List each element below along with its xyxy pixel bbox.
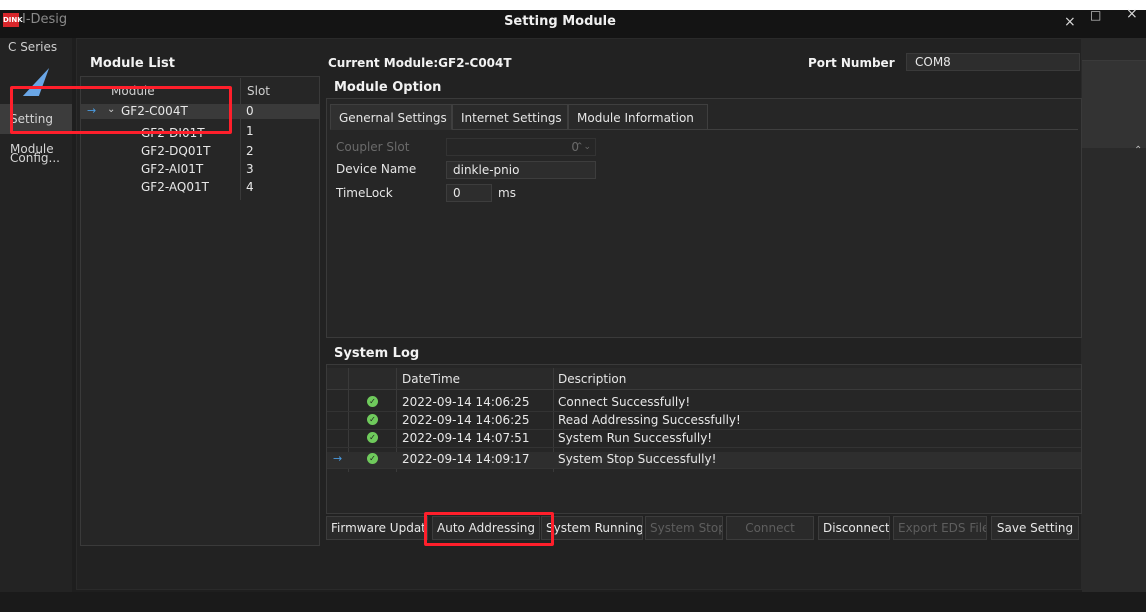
sidebar-item-config[interactable]: Config... [0,146,72,170]
tab-module-information[interactable]: Module Information [568,104,708,130]
app-title: I-Desig [22,12,68,27]
port-number-label: Port Number [808,56,895,70]
port-number-field[interactable]: COM8 [906,53,1080,71]
connect-button[interactable]: Connect [726,516,814,540]
module-option-heading: Module Option [334,80,442,95]
window-close-icon[interactable]: × [1126,6,1138,22]
collapse-chevron-icon[interactable]: ⌃ [1134,145,1142,156]
log-datetime: 2022-09-14 14:09:17 [402,452,530,466]
module-slot: 1 [246,124,254,138]
module-slot: 0 [246,104,254,118]
success-check-icon: ✓ [367,414,378,425]
log-header-row: DateTime Description [327,368,1081,390]
device-name-input[interactable]: dinkle-pnio [446,161,596,179]
slot-column-header: Slot [247,84,270,98]
log-row[interactable]: ✓ 2022-09-14 14:06:25 Read Addressing Su… [327,413,1081,430]
current-module-label: Current Module:GF2-C004T [328,56,512,70]
highlight-box-auto-addressing [424,512,554,546]
module-list-heading: Module List [90,56,175,71]
coupler-slot-stepper: 0 ⌃⌄ [446,138,596,156]
save-setting-button[interactable]: Save Setting [991,516,1079,540]
description-column-header: Description [558,372,627,386]
log-description: Connect Successfully! [558,395,691,409]
tab-general-settings[interactable]: Genernal Settings [330,104,452,130]
caption-strip [0,0,1146,10]
success-check-icon: ✓ [367,396,378,407]
log-description: System Run Successfully! [558,431,713,445]
timelock-input[interactable]: 0 [446,184,492,202]
module-slot: 2 [246,144,254,158]
app-right-panel [1082,60,1146,148]
log-description: System Stop Successfully! [558,452,717,466]
coupler-slot-label: Coupler Slot [336,140,410,154]
firmware-update-button[interactable]: Firmware Update [326,516,428,540]
bottom-strip [0,592,1146,612]
tab-internet-settings[interactable]: Internet Settings [452,104,568,130]
system-running-button[interactable]: System Running [541,516,643,540]
log-datetime: 2022-09-14 14:06:25 [402,413,530,427]
module-slot: 3 [246,162,254,176]
module-slot: 4 [246,180,254,194]
log-row[interactable]: ✓ 2022-09-14 14:06:25 Connect Successful… [327,395,1081,412]
timelock-unit: ms [498,186,516,200]
module-name: GF2-AQ01T [141,180,209,194]
success-check-icon: ✓ [367,432,378,443]
module-row[interactable]: GF2-DQ01T 2 [81,144,319,159]
log-datetime: 2022-09-14 14:07:51 [402,431,530,445]
dialog-title: Setting Module [504,14,616,29]
timelock-label: TimeLock [336,186,393,200]
log-row[interactable]: → ✓ 2022-09-14 14:09:17 System Stop Succ… [327,452,1081,469]
module-row[interactable]: GF2-AQ01T 4 [81,180,319,195]
disconnect-button[interactable]: Disconnect [818,516,890,540]
export-eds-button[interactable]: Export EDS File [893,516,987,540]
success-check-icon: ✓ [367,453,378,464]
system-stop-button[interactable]: System Stop [645,516,723,540]
log-row[interactable]: ✓ 2022-09-14 14:07:51 System Run Success… [327,431,1081,448]
app-logo-icon: DINK [3,13,23,27]
log-datetime: 2022-09-14 14:06:25 [402,395,530,409]
row-pointer-icon: → [333,452,343,465]
highlight-box-module-row [10,86,232,134]
maximize-icon[interactable]: □ [1090,8,1101,22]
dialog-close-icon[interactable]: × [1064,14,1076,30]
device-name-label: Device Name [336,162,417,176]
module-row[interactable]: GF2-AI01T 3 [81,162,319,177]
module-option-panel [326,98,1082,338]
stepper-arrows-icon: ⌃⌄ [575,142,591,152]
datetime-column-header: DateTime [402,372,461,386]
module-name: GF2-DQ01T [141,144,211,158]
system-log-heading: System Log [334,346,420,361]
log-description: Read Addressing Successfully! [558,413,741,427]
series-label: C Series [8,40,58,54]
module-name: GF2-AI01T [141,162,204,176]
